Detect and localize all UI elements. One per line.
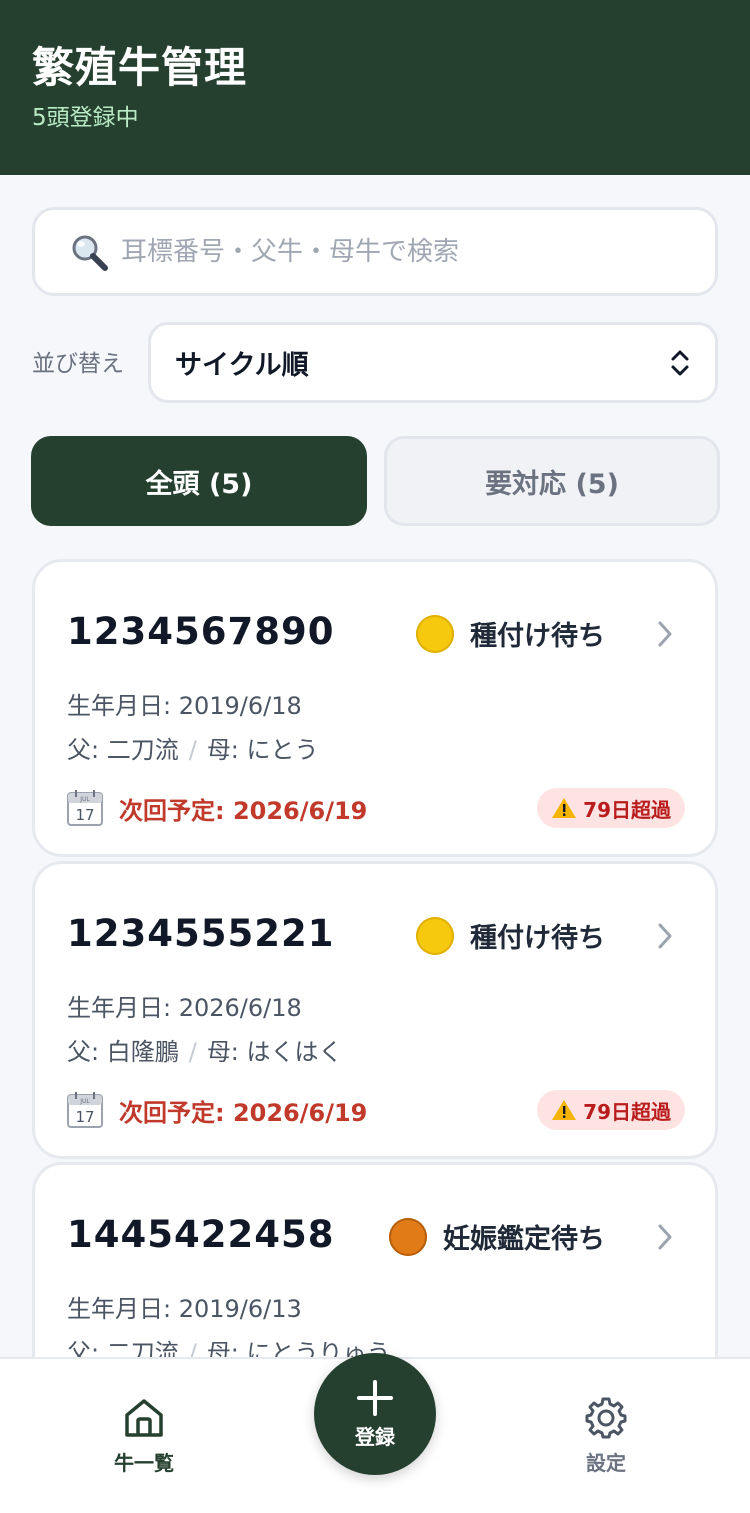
birth-date: 生年月日: 2026/6/18 [67,994,302,1022]
nav-cattle-list-label: 牛一覧 [114,1451,174,1475]
sort-label: 並び替え [32,351,124,377]
nav-settings-label: 設定 [586,1451,626,1475]
birth-date: 生年月日: 2019/6/13 [67,1295,302,1323]
next-schedule: JUL 17 次回予定: 2026/6/19 [65,788,367,828]
warning-icon [552,798,577,818]
cattle-card[interactable]: 1234567890 種付け待ち 生年月日: 2019/6/18 父: 二刀流 /… [32,559,718,857]
overdue-badge: 79日超過 [537,788,685,828]
calendar-month: JUL [79,1098,90,1105]
chevron-right-icon[interactable] [657,922,673,950]
app-header: 繁殖牛管理 5頭登録中 [0,0,750,175]
chevron-up-down-icon [671,350,689,375]
status-label: 種付け待ち [470,621,605,652]
status-dot-icon [389,1217,427,1256]
father-name: 父: 白隆鵬 [67,1038,179,1066]
calendar-icon: JUL 17 [67,1092,103,1128]
register-button[interactable]: 登録 [314,1353,436,1475]
status-indicator: 種付け待ち [416,614,605,653]
warning-icon [552,1100,577,1120]
sort-selected-value: サイクル順 [175,350,309,381]
register-button-label: 登録 [355,1424,395,1449]
search-box[interactable] [32,207,718,296]
next-schedule-text: 次回予定: 2026/6/19 [119,1098,368,1127]
tab-action-required[interactable]: 要対応 (5) [384,436,720,526]
mother-name: 母: にとう [206,736,319,764]
status-dot-icon [416,614,454,653]
overdue-text: 79日超過 [583,797,671,822]
status-label: 種付け待ち [470,923,605,954]
home-icon [125,1399,163,1437]
birth-date: 生年月日: 2019/6/18 [67,692,302,720]
chevron-right-icon[interactable] [657,620,673,648]
calendar-icon: JUL 17 [67,790,103,826]
status-label: 妊娠鑑定待ち [443,1224,605,1255]
ear-tag-number: 1445422458 [67,1213,335,1256]
nav-cattle-list[interactable]: 牛一覧 [84,1395,204,1476]
registered-count: 5頭登録中 [32,105,139,131]
chevron-right-icon[interactable] [657,1223,673,1251]
status-dot-icon [416,916,454,955]
nav-settings[interactable]: 設定 [546,1395,666,1476]
next-schedule-text: 次回予定: 2026/6/19 [119,796,368,825]
separator: / [188,1038,197,1066]
next-schedule: JUL 17 次回予定: 2026/6/19 [65,1090,367,1130]
father-name: 父: 二刀流 [67,736,179,764]
tab-all[interactable]: 全頭 (5) [31,436,367,526]
page-title: 繁殖牛管理 [32,43,248,92]
calendar-month: JUL [79,796,90,803]
parents: 父: 二刀流 / 母: にとう [67,730,319,765]
ear-tag-number: 1234555221 [67,912,335,955]
search-icon [72,235,108,271]
status-indicator: 種付け待ち [416,916,605,955]
status-indicator: 妊娠鑑定待ち [389,1217,605,1256]
mother-name: 母: はくはく [206,1038,343,1066]
ear-tag-number: 1234567890 [67,610,335,653]
calendar-day: 17 [75,806,94,824]
separator: / [188,736,197,764]
cattle-card[interactable]: 1234555221 種付け待ち 生年月日: 2026/6/18 父: 白隆鵬 /… [32,861,718,1159]
plus-icon [357,1379,393,1416]
gear-icon [585,1397,627,1439]
search-input[interactable] [119,235,715,268]
parents: 父: 白隆鵬 / 母: はくはく [67,1032,343,1067]
calendar-day: 17 [75,1108,94,1126]
sort-select[interactable]: サイクル順 [148,322,718,403]
overdue-text: 79日超過 [583,1099,671,1124]
overdue-badge: 79日超過 [537,1090,685,1130]
